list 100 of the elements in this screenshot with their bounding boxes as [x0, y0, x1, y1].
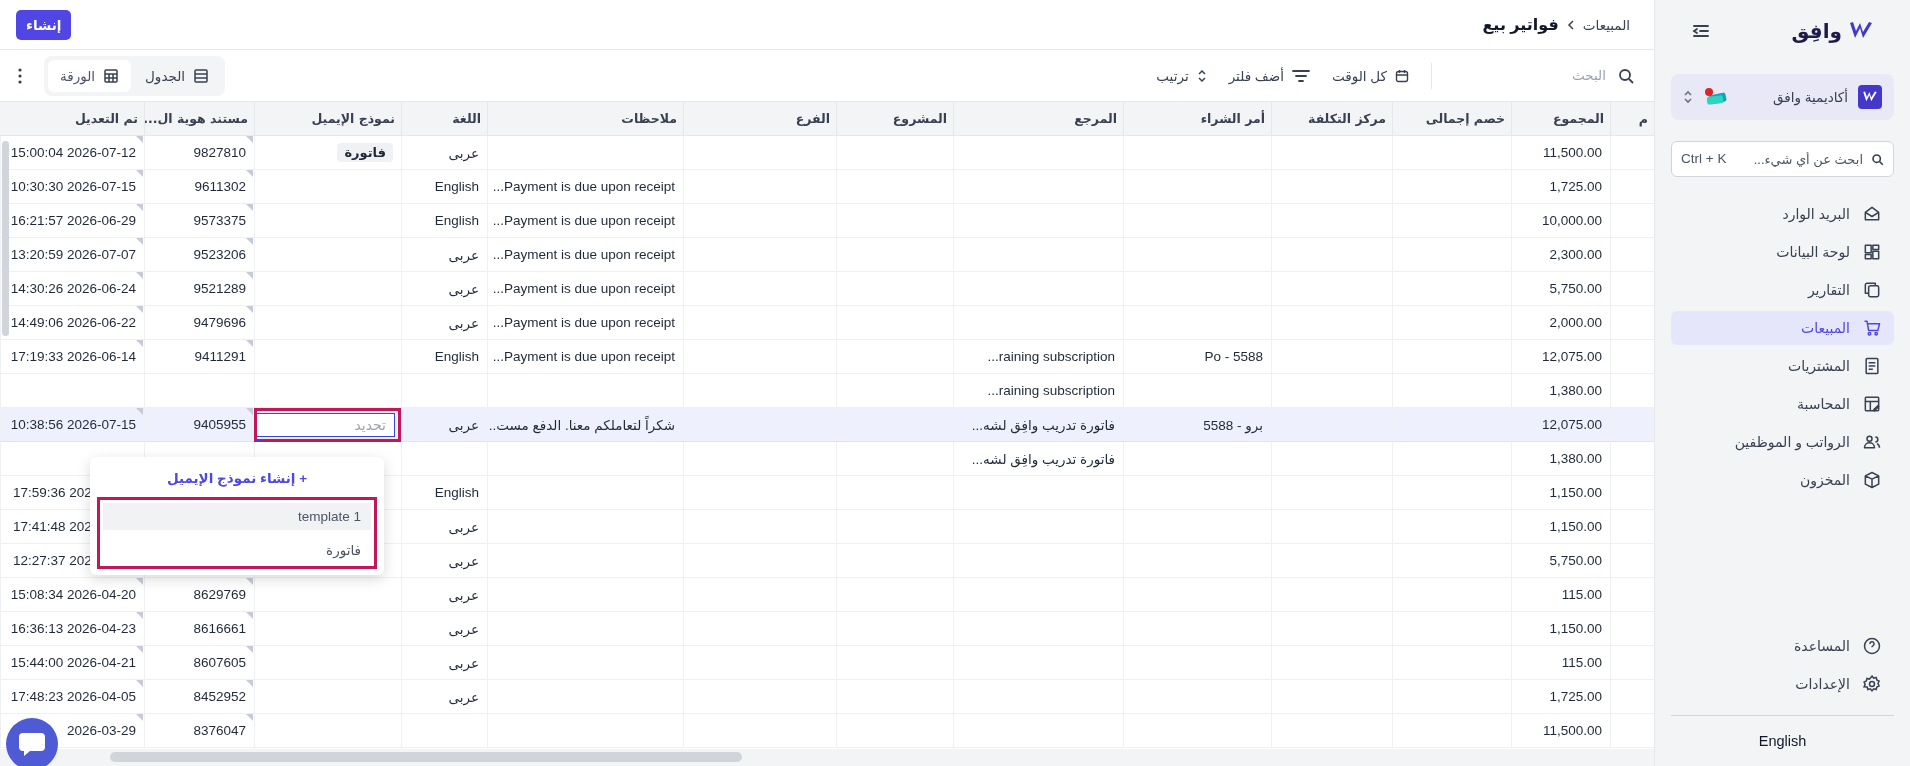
scrollbar[interactable]: [110, 752, 742, 762]
nav-item[interactable]: الرواتب و الموظفين: [1671, 425, 1894, 459]
table-cell: عربى: [401, 238, 487, 272]
table-cell: فاتورة تدريب وافِق لشه...: [953, 442, 1123, 476]
template-select-field[interactable]: تحديد: [255, 412, 395, 437]
corner-mark-icon: [246, 272, 253, 279]
ledger-icon: [1862, 394, 1882, 414]
table-cell: 2,000.00: [1511, 306, 1610, 340]
column-header[interactable]: المجموع: [1511, 102, 1610, 135]
column-header[interactable]: الفرع: [683, 102, 836, 135]
corner-mark-icon: [246, 612, 253, 619]
table-cell: 10:38:56 2026-07-15: [0, 408, 144, 442]
table-cell: عربى: [401, 272, 487, 306]
table-cell: 9573375: [144, 204, 254, 238]
nav-item[interactable]: المساعدة: [1671, 629, 1894, 663]
corner-mark-icon: [246, 136, 253, 143]
table-cell: عربى: [401, 510, 487, 544]
column-header[interactable]: ملاحظات: [487, 102, 683, 135]
column-header[interactable]: المرجع: [953, 102, 1123, 135]
create-button[interactable]: إنشاء: [16, 9, 72, 40]
table-cell: 16:36:13 2026-04-23: [0, 612, 144, 646]
table-cell: 15:44:00 2026-04-21: [0, 646, 144, 680]
chat-icon: [17, 730, 47, 758]
corner-mark-icon: [136, 714, 143, 721]
table-cell: 11,500.00: [1511, 136, 1610, 170]
notification-cards-icon[interactable]: [1703, 87, 1729, 107]
chevron-icon: [1566, 19, 1575, 30]
table-cell[interactable]: تحديد: [254, 408, 401, 442]
table-cell: شكراً لتعاملكم معنا. الدفع مست...: [487, 408, 683, 442]
time-filter-button[interactable]: كل الوقت: [1332, 67, 1409, 84]
table-cell: 17:48:23 2026-04-05: [0, 680, 144, 714]
column-header[interactable]: خصم إجمالى: [1392, 102, 1511, 135]
breadcrumb-link[interactable]: المبيعات: [1582, 16, 1630, 33]
search-icon: [1618, 67, 1634, 84]
nav-item[interactable]: لوحة البيانات: [1671, 235, 1894, 269]
grid-icon: [103, 67, 120, 84]
chat-button[interactable]: [6, 718, 58, 766]
table-cell: 12,075.00: [1511, 340, 1610, 374]
logo-text: وافِق: [1791, 19, 1842, 43]
receipt-icon: [1862, 356, 1882, 376]
corner-mark-icon: [136, 306, 143, 313]
chevron-updown-icon[interactable]: [1683, 89, 1693, 105]
search-icon: [1871, 153, 1884, 166]
corner-mark-icon: [246, 306, 253, 313]
table-cell: 9521289: [144, 272, 254, 306]
sort-button[interactable]: ترتيب: [1156, 67, 1207, 84]
table-cell: 1,725.00: [1511, 170, 1610, 204]
table-cell: عربى: [401, 408, 487, 442]
corner-mark-icon: [246, 170, 253, 177]
column-header[interactable]: م: [1610, 102, 1654, 135]
corner-mark-icon: [136, 408, 143, 415]
more-menu-icon[interactable]: [18, 67, 22, 84]
filter-icon: [1292, 68, 1311, 83]
column-header[interactable]: اللغة: [401, 102, 487, 135]
table-cell: 1,150.00: [1511, 510, 1610, 544]
table-cell: raining subscription...: [953, 340, 1123, 374]
view-tab[interactable]: الورقة: [48, 59, 132, 92]
table-cell: English: [401, 340, 487, 374]
column-header[interactable]: تم التعديل: [0, 102, 144, 135]
table-cell: 1,725.00: [1511, 680, 1610, 714]
column-header[interactable]: مركز التكلفة: [1271, 102, 1392, 135]
table-cell: 1,380.00: [1511, 442, 1610, 476]
language-link[interactable]: English: [1758, 733, 1807, 749]
dropdown-option[interactable]: template 1: [103, 503, 371, 530]
table-cell: 11,500.00: [1511, 714, 1610, 748]
nav-item[interactable]: الإعدادات: [1671, 667, 1894, 701]
people-icon: [1862, 432, 1882, 452]
table-cell: Payment is due upon receipt...: [487, 340, 683, 374]
corner-mark-icon: [136, 612, 143, 619]
nav-item[interactable]: المبيعات: [1671, 311, 1894, 345]
nav-item[interactable]: المشتريات: [1671, 349, 1894, 383]
table-cell: Payment is due upon receipt...: [487, 272, 683, 306]
table-cell: عربى: [401, 544, 487, 578]
column-header[interactable]: المشروع: [836, 102, 953, 135]
view-tab[interactable]: الجدول: [133, 59, 222, 92]
corner-mark-icon: [136, 238, 143, 245]
corner-mark-icon: [246, 340, 253, 347]
scrollbar[interactable]: [2, 141, 9, 336]
table-cell: 115.00: [1511, 646, 1610, 680]
nav-item[interactable]: التقارير: [1671, 273, 1894, 307]
column-header[interactable]: نموذج الإيميل: [254, 102, 401, 135]
corner-mark-icon: [136, 170, 143, 177]
envelope-icon: [1862, 204, 1882, 224]
list-icon: [193, 67, 210, 84]
column-header[interactable]: أمر الشراء: [1123, 102, 1271, 135]
nav-item[interactable]: البريد الوارد: [1671, 197, 1894, 231]
table-cell: 12,075.00: [1511, 408, 1610, 442]
table-cell: English: [401, 476, 487, 510]
corner-mark-icon: [246, 238, 253, 245]
corner-mark-icon: [246, 714, 253, 721]
organization-logo-icon: [1858, 85, 1882, 109]
table-cell: 9405955: [144, 408, 254, 442]
organization-switcher[interactable]: أكاديمية وافق: [1671, 74, 1894, 120]
table-cell: Payment is due upon receipt...: [487, 170, 683, 204]
table-cell: عربى: [401, 612, 487, 646]
settings-icon: [1862, 674, 1882, 694]
sort-icon: [1196, 68, 1207, 83]
nav-item[interactable]: المحاسبة: [1671, 387, 1894, 421]
add-filter-button[interactable]: أضف فلتر: [1228, 67, 1311, 84]
nav-item[interactable]: المخزون: [1671, 463, 1894, 497]
